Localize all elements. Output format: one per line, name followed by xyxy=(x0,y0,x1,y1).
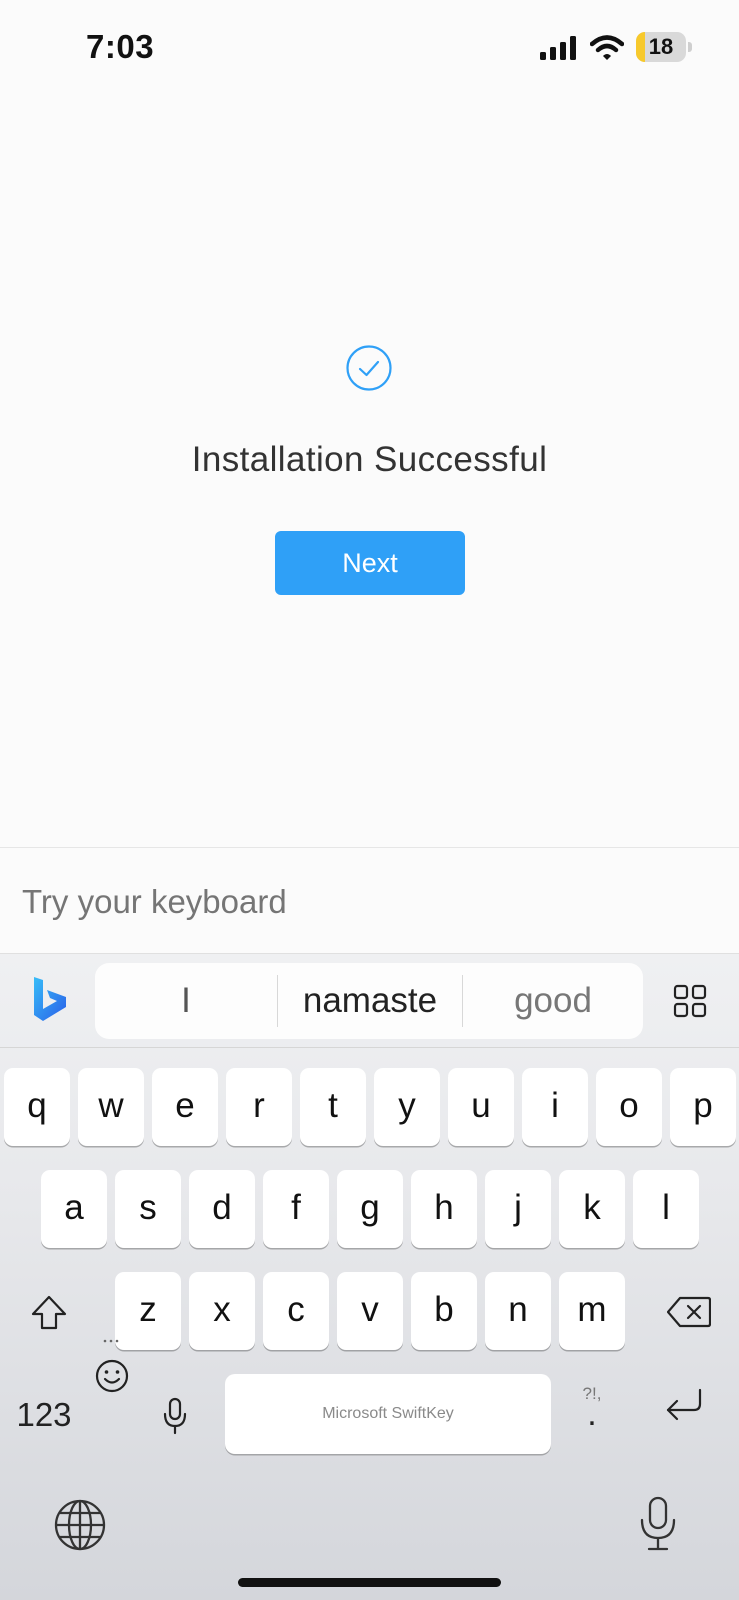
globe-icon[interactable] xyxy=(54,1499,106,1551)
key-y[interactable]: y xyxy=(374,1068,440,1146)
key-d[interactable]: d xyxy=(189,1170,255,1248)
home-indicator xyxy=(238,1578,501,1587)
key-n[interactable]: n xyxy=(485,1272,551,1350)
key-l[interactable]: l xyxy=(633,1170,699,1248)
suggestion-2[interactable]: namaste xyxy=(278,963,462,1039)
keyboard-separator xyxy=(0,1047,739,1048)
key-q[interactable]: q xyxy=(4,1068,70,1146)
key-k[interactable]: k xyxy=(559,1170,625,1248)
suggestion-bar: I namaste good xyxy=(95,963,643,1039)
emoji-icon[interactable] xyxy=(94,1338,130,1394)
shift-icon[interactable] xyxy=(30,1294,68,1332)
key-p[interactable]: p xyxy=(670,1068,736,1146)
suggestion-1[interactable]: I xyxy=(95,963,277,1039)
key-i[interactable]: i xyxy=(522,1068,588,1146)
wifi-icon xyxy=(590,35,624,60)
key-s[interactable]: s xyxy=(115,1170,181,1248)
key-x[interactable]: x xyxy=(189,1272,255,1350)
input-divider xyxy=(0,847,739,848)
key-j[interactable]: j xyxy=(485,1170,551,1248)
key-w[interactable]: w xyxy=(78,1068,144,1146)
numbers-key[interactable]: 123 xyxy=(12,1390,76,1440)
key-g[interactable]: g xyxy=(337,1170,403,1248)
key-m[interactable]: m xyxy=(559,1272,625,1350)
page-title: Installation Successful xyxy=(191,440,548,479)
key-t[interactable]: t xyxy=(300,1068,366,1146)
punctuation-key[interactable]: ?!, . xyxy=(570,1384,614,1444)
key-c[interactable]: c xyxy=(263,1272,329,1350)
cellular-signal-icon xyxy=(540,36,576,60)
backspace-icon[interactable] xyxy=(667,1296,711,1328)
status-time: 7:03 xyxy=(86,28,155,65)
key-h[interactable]: h xyxy=(411,1170,477,1248)
checkmark-circle-icon xyxy=(346,345,392,391)
dictation-mic-icon[interactable] xyxy=(163,1397,187,1435)
key-f[interactable]: f xyxy=(263,1170,329,1248)
space-bar[interactable]: Microsoft SwiftKey xyxy=(225,1374,551,1454)
keyboard-test-input[interactable] xyxy=(22,880,712,924)
key-a[interactable]: a xyxy=(41,1170,107,1248)
key-u[interactable]: u xyxy=(448,1068,514,1146)
battery-icon: 18 xyxy=(636,32,692,62)
key-e[interactable]: e xyxy=(152,1068,218,1146)
key-r[interactable]: r xyxy=(226,1068,292,1146)
next-button[interactable]: Next xyxy=(275,531,465,595)
suggestion-3[interactable]: good xyxy=(463,963,643,1039)
bing-icon[interactable] xyxy=(30,977,70,1023)
key-b[interactable]: b xyxy=(411,1272,477,1350)
key-v[interactable]: v xyxy=(337,1272,403,1350)
battery-level: 18 xyxy=(648,34,674,59)
toolbar-grid-icon[interactable] xyxy=(673,984,707,1018)
microphone-icon[interactable] xyxy=(638,1496,678,1552)
return-icon[interactable] xyxy=(664,1388,704,1422)
punctuation-main: . xyxy=(587,1395,597,1433)
key-o[interactable]: o xyxy=(596,1068,662,1146)
